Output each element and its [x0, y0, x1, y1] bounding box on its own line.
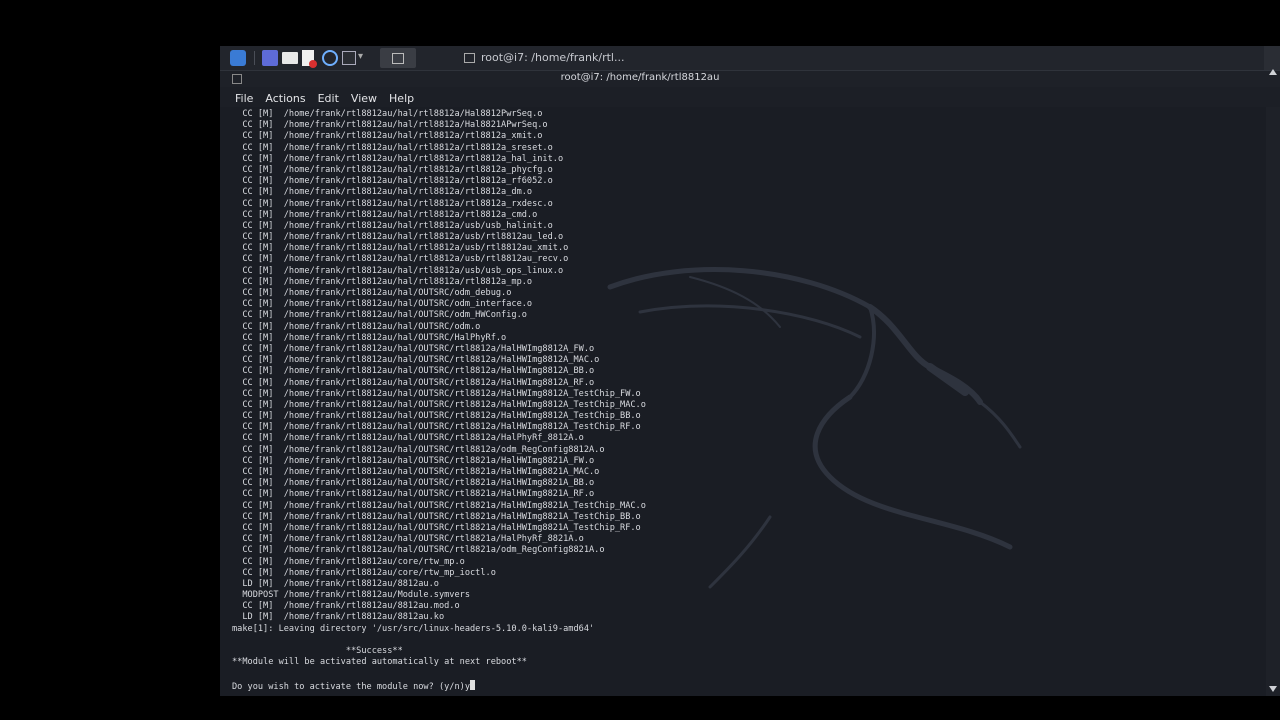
terminal-line: CC [M] /home/frank/rtl8812au/hal/rtl8812… [232, 176, 553, 187]
terminal-line: **Success** [232, 646, 403, 656]
workspace-button[interactable] [380, 48, 416, 68]
terminal-line: LD [M] /home/frank/rtl8812au/8812au.o [232, 578, 439, 589]
terminal-line: CC [M] /home/frank/rtl8812au/hal/OUTSRC/… [232, 534, 584, 545]
web-browser-icon[interactable] [322, 50, 338, 66]
terminal-line: CC [M] /home/frank/rtl8812au/hal/rtl8812… [232, 276, 533, 287]
terminal-line: CC [M] /home/frank/rtl8812au/hal/OUTSRC/… [232, 332, 507, 343]
terminal-line: CC [M] /home/frank/rtl8812au/hal/rtl8812… [232, 109, 543, 119]
terminal-line: CC [M] /home/frank/rtl8812au/hal/rtl8812… [232, 232, 564, 243]
terminal-line: CC [M] /home/frank/rtl8812au/hal/OUTSRC/… [232, 366, 595, 377]
terminal-line: CC [M] /home/frank/rtl8812au/hal/rtl8812… [232, 120, 548, 131]
terminal-line: CC [M] /home/frank/rtl8812au/hal/OUTSRC/… [232, 467, 600, 477]
terminal-icon [464, 53, 475, 63]
chevron-down-icon[interactable]: ▾ [358, 51, 363, 62]
scroll-up-icon[interactable] [1269, 69, 1277, 75]
terminal-line: CC [M] /home/frank/rtl8812au/hal/OUTSRC/… [232, 288, 512, 298]
terminal-line: CC [M] /home/frank/rtl8812au/hal/rtl8812… [232, 243, 569, 254]
text-editor-icon[interactable] [302, 50, 317, 68]
terminal-line: CC [M] /home/frank/rtl8812au/hal/OUTSRC/… [232, 321, 481, 332]
terminal-line: CC [M] /home/frank/rtl8812au/hal/OUTSRC/… [232, 522, 641, 533]
terminal-line: CC [M] /home/frank/rtl8812au/hal/OUTSRC/… [232, 411, 641, 422]
terminal-line: CC [M] /home/frank/rtl8812au/hal/OUTSRC/… [232, 455, 595, 466]
menu-file[interactable]: File [229, 89, 259, 109]
terminal-line: CC [M] /home/frank/rtl8812au/hal/OUTSRC/… [232, 500, 646, 511]
window-icon [392, 53, 404, 64]
terminal-text: CC [M] /home/frank/rtl8812au/hal/rtl8812… [232, 109, 646, 692]
terminal-line: CC [M] /home/frank/rtl8812au/hal/OUTSRC/… [232, 299, 533, 310]
taskbar-separator [254, 51, 255, 65]
terminal-line: CC [M] /home/frank/rtl8812au/hal/rtl8812… [232, 153, 564, 164]
terminal-line: CC [M] /home/frank/rtl8812au/hal/OUTSRC/… [232, 511, 641, 522]
terminal-launcher-icon[interactable] [342, 51, 356, 65]
menubar: File Actions Edit View Help [220, 87, 1280, 107]
terminal-line: CC [M] /home/frank/rtl8812au/hal/OUTSRC/… [232, 478, 595, 489]
menu-actions[interactable]: Actions [259, 89, 311, 109]
terminal-line: CC [M] /home/frank/rtl8812au/hal/rtl8812… [232, 254, 569, 265]
taskbar: ▾ root@i7: /home/frank/rtl... [220, 46, 1280, 71]
text-cursor [470, 679, 475, 690]
terminal-line: CC [M] /home/frank/rtl8812au/hal/rtl8812… [232, 142, 553, 153]
scroll-down-icon[interactable] [1269, 686, 1277, 692]
terminal-line: CC [M] /home/frank/rtl8812au/hal/rtl8812… [232, 187, 533, 198]
terminal-line: CC [M] /home/frank/rtl8812au/hal/rtl8812… [232, 220, 553, 231]
terminal-line: CC [M] /home/frank/rtl8812au/hal/OUTSRC/… [232, 444, 605, 455]
menu-view[interactable]: View [345, 89, 383, 109]
terminal-line: CC [M] /home/frank/rtl8812au/hal/rtl8812… [232, 209, 538, 220]
menu-help[interactable]: Help [383, 89, 420, 109]
terminal-line: CC [M] /home/frank/rtl8812au/hal/OUTSRC/… [232, 388, 641, 399]
show-desktop-icon[interactable] [262, 50, 278, 66]
terminal-line: CC [M] /home/frank/rtl8812au/hal/OUTSRC/… [232, 343, 595, 354]
terminal-line: CC [M] /home/frank/rtl8812au/hal/rtl8812… [232, 164, 553, 175]
desktop-screen: ▾ root@i7: /home/frank/rtl... root@i7: /… [220, 46, 1280, 696]
terminal-line: **Module will be activated automatically… [232, 657, 527, 668]
terminal-line: CC [M] /home/frank/rtl8812au/hal/OUTSRC/… [232, 489, 595, 500]
menu-edit[interactable]: Edit [312, 89, 345, 109]
window-title: root@i7: /home/frank/rtl8812au [560, 72, 720, 83]
terminal-line: CC [M] /home/frank/rtl8812au/hal/rtl8812… [232, 131, 543, 142]
terminal-line: CC [M] /home/frank/rtl8812au/8812au.mod.… [232, 601, 460, 612]
window-titlebar[interactable]: root@i7: /home/frank/rtl8812au [220, 71, 1280, 87]
terminal-line: CC [M] /home/frank/rtl8812au/hal/OUTSRC/… [232, 355, 600, 366]
terminal-line: CC [M] /home/frank/rtl8812au/core/rtw_mp… [232, 567, 496, 578]
terminal-line: CC [M] /home/frank/rtl8812au/hal/OUTSRC/… [232, 377, 595, 388]
terminal-line: CC [M] /home/frank/rtl8812au/hal/rtl8812… [232, 265, 564, 276]
kali-menu-icon[interactable] [230, 50, 246, 66]
panel-right-edge [1264, 46, 1280, 70]
terminal-line: CC [M] /home/frank/rtl8812au/hal/rtl8812… [232, 198, 553, 209]
terminal-scrollbar[interactable] [1266, 69, 1280, 696]
terminal-line: MODPOST /home/frank/rtl8812au/Module.sym… [232, 590, 470, 601]
file-manager-icon[interactable] [282, 52, 298, 64]
terminal-line: CC [M] /home/frank/rtl8812au/hal/OUTSRC/… [232, 433, 584, 444]
taskbar-window-button[interactable]: root@i7: /home/frank/rtl... [464, 48, 674, 68]
terminal-line: CC [M] /home/frank/rtl8812au/hal/OUTSRC/… [232, 399, 646, 410]
terminal-line: CC [M] /home/frank/rtl8812au/hal/OUTSRC/… [232, 545, 605, 556]
taskbar-window-title: root@i7: /home/frank/rtl... [481, 51, 625, 64]
terminal-line: CC [M] /home/frank/rtl8812au/hal/OUTSRC/… [232, 310, 527, 321]
terminal-prompt-line: Do you wish to activate the module now? … [232, 679, 646, 692]
terminal-line: LD [M] /home/frank/rtl8812au/8812au.ko [232, 612, 445, 623]
terminal-output[interactable]: CC [M] /home/frank/rtl8812au/hal/rtl8812… [220, 107, 1266, 696]
terminal-line: make[1]: Leaving directory '/usr/src/lin… [232, 623, 595, 634]
terminal-line: CC [M] /home/frank/rtl8812au/hal/OUTSRC/… [232, 422, 641, 433]
terminal-line: CC [M] /home/frank/rtl8812au/core/rtw_mp… [232, 556, 465, 567]
